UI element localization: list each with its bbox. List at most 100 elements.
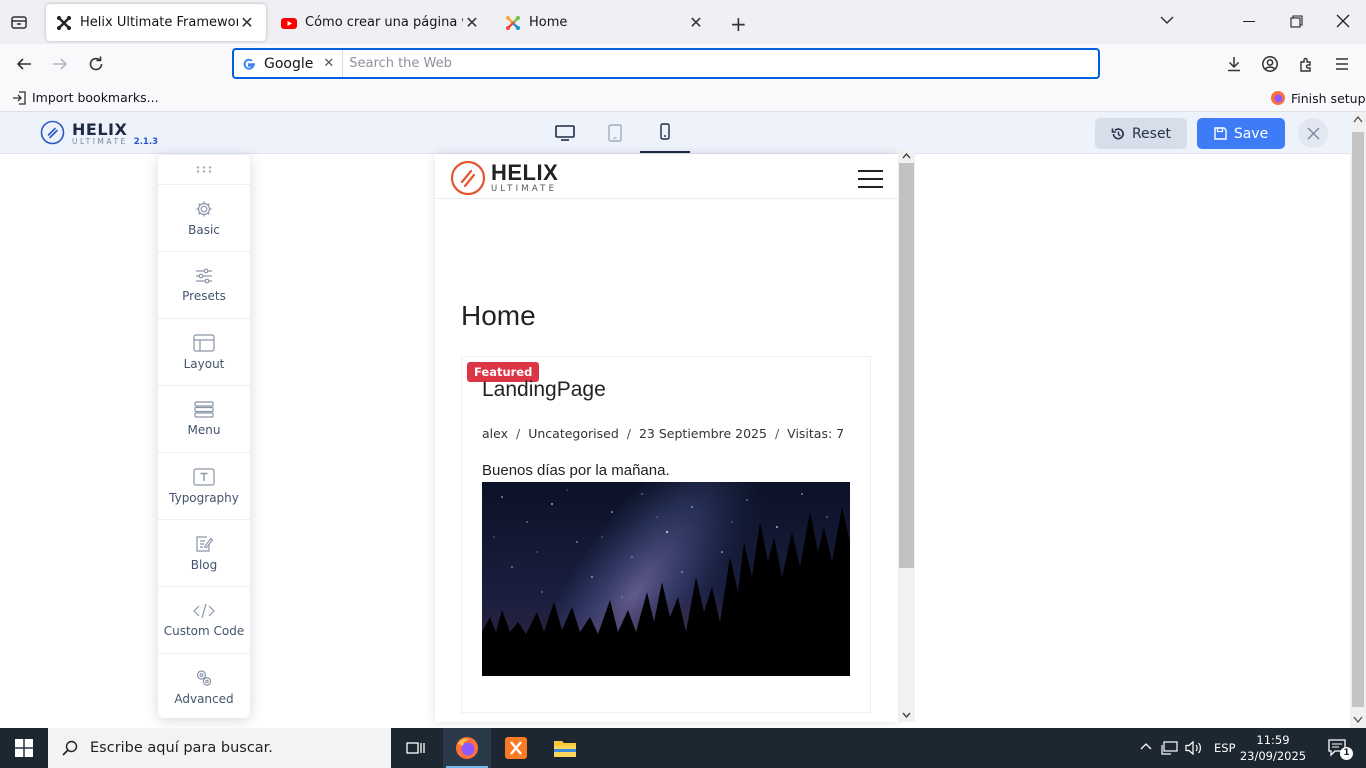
- sidebar-item-label: Custom Code: [163, 623, 245, 638]
- folder-icon: [554, 741, 576, 757]
- tab-list-icon[interactable]: [10, 13, 28, 31]
- taskbar-search[interactable]: Escribe aquí para buscar.: [48, 728, 391, 768]
- restore-icon[interactable]: [1290, 15, 1303, 28]
- taskbar-file-explorer[interactable]: [541, 728, 589, 768]
- helix-version: 2.1.3: [133, 137, 158, 147]
- tab-title: Home: [529, 15, 568, 30]
- new-tab-icon[interactable]: +: [730, 12, 747, 36]
- import-icon: [12, 90, 26, 105]
- page-scrollbar[interactable]: [1350, 112, 1366, 728]
- article-title[interactable]: LandingPage: [482, 378, 606, 402]
- back-icon[interactable]: [10, 52, 38, 76]
- show-hidden-icons[interactable]: [1140, 742, 1152, 750]
- google-icon: [242, 57, 256, 71]
- close-editor-button[interactable]: [1298, 118, 1328, 148]
- search-input[interactable]: [349, 56, 1098, 71]
- close-tab-icon[interactable]: ✕: [687, 13, 705, 32]
- sidebar-item-blog[interactable]: Blog: [158, 519, 250, 586]
- youtube-icon: [281, 15, 297, 31]
- start-button[interactable]: [0, 728, 48, 768]
- language-indicator[interactable]: ESP: [1214, 741, 1236, 755]
- finish-setup-button[interactable]: Finish setup: [1270, 90, 1366, 106]
- search-icon: [62, 740, 78, 756]
- app-menu-icon[interactable]: [1328, 52, 1356, 76]
- article-image-milky-way: [482, 482, 850, 676]
- browser-tab-home[interactable]: Home ✕: [495, 4, 715, 41]
- history-icon: [1111, 127, 1125, 141]
- sidebar-item-typography[interactable]: Typography: [158, 452, 250, 519]
- joomla-icon: [505, 15, 521, 31]
- close-tab-icon[interactable]: ✕: [238, 13, 256, 32]
- taskbar-xampp[interactable]: [492, 728, 540, 768]
- url-bar[interactable]: Google ✕: [232, 48, 1100, 79]
- site-logo[interactable]: HELIX ULTIMATE: [450, 160, 558, 196]
- reset-button[interactable]: Reset: [1095, 118, 1187, 149]
- scroll-up-arrow[interactable]: [1353, 116, 1363, 123]
- mobile-view-button[interactable]: [640, 112, 690, 153]
- drag-handle-icon[interactable]: [196, 166, 212, 173]
- preview-scroll-thumb[interactable]: [899, 163, 914, 568]
- helix-logo: HELIX ULTIMATE 2.1.3: [40, 120, 158, 147]
- helix-logo-icon: [40, 120, 65, 145]
- sidebar-item-presets[interactable]: Presets: [158, 251, 250, 318]
- task-view-icon: [406, 742, 425, 754]
- forward-icon[interactable]: [46, 52, 74, 76]
- bookmarks-toolbar: Import bookmarks... Finish setup: [0, 84, 1366, 112]
- article-hits: Visitas: 7: [787, 426, 845, 441]
- sidebar-item-basic[interactable]: Basic: [158, 184, 250, 251]
- site-logo-text: HELIX: [491, 160, 559, 185]
- typography-icon: [193, 467, 215, 486]
- notification-count: 1: [1340, 747, 1353, 760]
- close-window-icon[interactable]: [1336, 14, 1350, 28]
- clock[interactable]: 11:59 23/09/2025: [1236, 732, 1310, 764]
- notifications-button[interactable]: 1: [1328, 739, 1353, 760]
- volume-icon[interactable]: [1185, 740, 1203, 756]
- task-view-button[interactable]: [392, 728, 440, 768]
- tablet-view-button[interactable]: [590, 112, 640, 153]
- network-icon[interactable]: [1161, 740, 1179, 756]
- scroll-down-arrow[interactable]: [902, 712, 911, 718]
- sidebar-item-label: Basic: [188, 222, 220, 237]
- desktop-view-button[interactable]: [540, 112, 590, 153]
- sidebar-item-custom-code[interactable]: Custom Code: [158, 586, 250, 653]
- account-icon[interactable]: [1256, 52, 1284, 76]
- helix-toolbar: HELIX ULTIMATE 2.1.3 Reset Save: [0, 112, 1350, 154]
- taskbar-firefox[interactable]: [443, 728, 491, 768]
- sidebar-item-label: Layout: [183, 356, 225, 371]
- scroll-thumb[interactable]: [1352, 132, 1364, 707]
- tab-title: Helix Ultimate Framework: [80, 15, 238, 30]
- import-bookmarks-button[interactable]: Import bookmarks...: [12, 90, 159, 105]
- sidebar-item-label: Typography: [169, 490, 239, 505]
- menu-list-icon: [194, 401, 214, 418]
- xampp-icon: [505, 737, 527, 759]
- sidebar-item-menu[interactable]: Menu: [158, 385, 250, 452]
- article-author[interactable]: alex: [482, 426, 508, 441]
- sidebar-item-layout[interactable]: Layout: [158, 318, 250, 385]
- minimize-icon[interactable]: [1243, 21, 1255, 22]
- article-category[interactable]: Uncategorised: [528, 426, 619, 441]
- firefox-icon: [456, 737, 478, 759]
- scroll-down-arrow[interactable]: [1353, 716, 1363, 723]
- tablet-icon: [608, 123, 622, 142]
- extensions-icon[interactable]: [1292, 52, 1320, 76]
- reload-icon[interactable]: [82, 52, 110, 76]
- sidebar-item-advanced[interactable]: Advanced: [158, 653, 250, 720]
- list-all-tabs-icon[interactable]: [1159, 14, 1175, 26]
- firefox-icon: [1270, 90, 1286, 106]
- hamburger-menu-icon[interactable]: [858, 170, 883, 188]
- scroll-up-arrow[interactable]: [902, 153, 911, 159]
- save-label: Save: [1233, 125, 1269, 142]
- advanced-icon: [195, 669, 213, 687]
- site-header: HELIX ULTIMATE: [435, 154, 898, 199]
- download-icon[interactable]: [1220, 52, 1248, 76]
- helix-logo-sub: ULTIMATE: [72, 137, 128, 146]
- browser-tab-youtube[interactable]: Cómo crear una página web co ✕: [271, 4, 491, 41]
- remove-engine-icon[interactable]: ✕: [323, 56, 334, 71]
- browser-tab-helix[interactable]: Helix Ultimate Framework ✕: [46, 4, 266, 41]
- tab-strip: Helix Ultimate Framework ✕ Cómo crear un…: [0, 0, 1366, 44]
- search-engine-chip[interactable]: Google ✕: [234, 50, 344, 77]
- mobile-preview-frame: HELIX ULTIMATE Home Featured LandingPage…: [435, 154, 898, 722]
- blog-icon: [195, 535, 213, 553]
- close-tab-icon[interactable]: ✕: [463, 13, 481, 32]
- save-button[interactable]: Save: [1197, 118, 1285, 149]
